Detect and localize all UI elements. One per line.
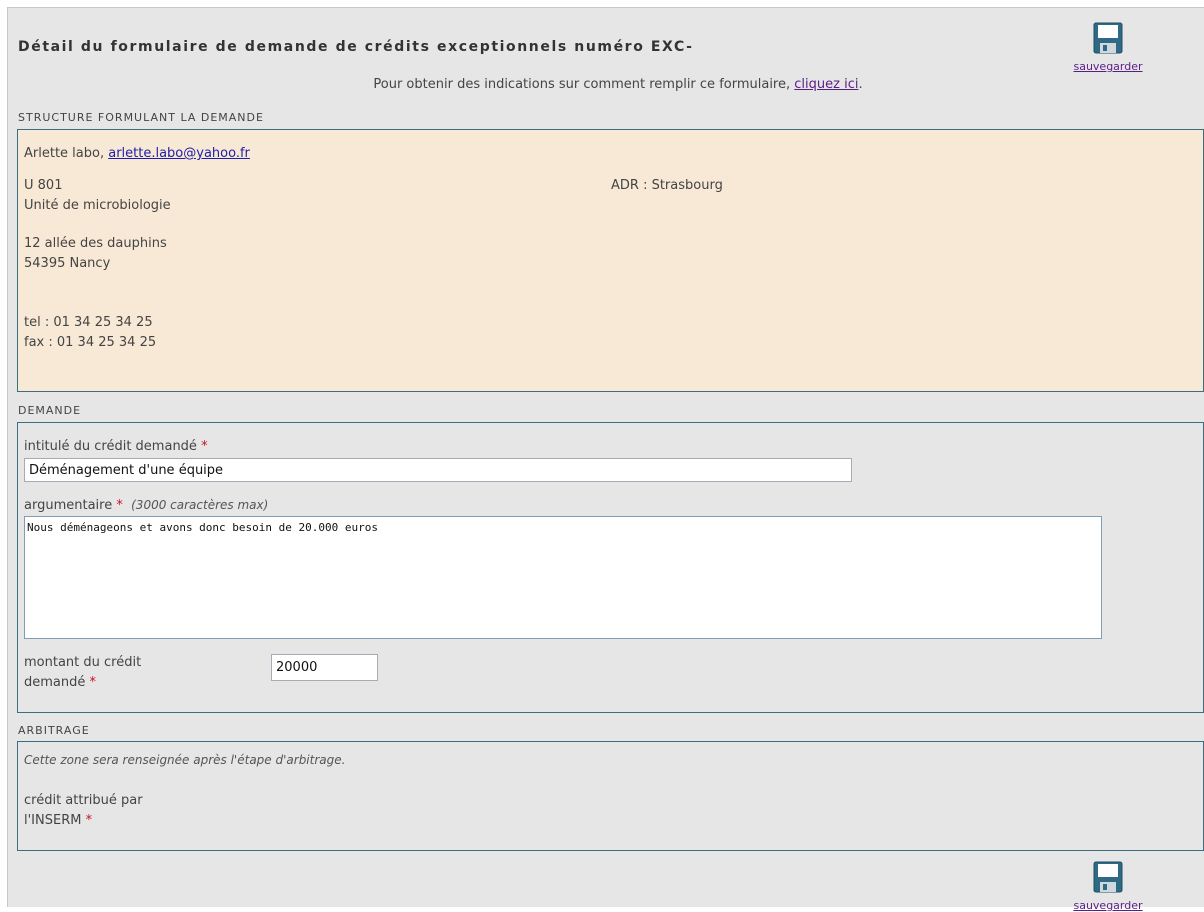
intitule-input[interactable] xyxy=(24,458,852,482)
credit-label-1: crédit attribué par xyxy=(24,793,143,808)
unit-code: U 801 xyxy=(24,178,63,193)
fax-value: fax : 01 34 25 34 25 xyxy=(24,335,157,350)
page-title: Détail du formulaire de demande de crédi… xyxy=(18,39,694,55)
tel-value: tel : 01 34 25 34 25 xyxy=(24,315,153,330)
montant-input[interactable] xyxy=(271,654,378,681)
section-title-structure: STRUCTURE FORMULANT LA DEMANDE xyxy=(18,111,264,124)
montant-label-text: demandé xyxy=(24,675,86,690)
adr-value: ADR : Strasbourg xyxy=(611,178,723,193)
arbitrage-note: Cette zone sera renseignée après l'étape… xyxy=(24,753,346,767)
form-page: Détail du formulaire de demande de crédi… xyxy=(7,7,1204,912)
hint-text: Pour obtenir des indications sur comment… xyxy=(373,77,795,92)
intitule-label: intitulé du crédit demandé * xyxy=(24,437,208,457)
save-control-bottom[interactable]: sauvegarder xyxy=(1073,861,1143,912)
address-line-2: 54395 Nancy xyxy=(24,256,111,271)
unit-name: Unité de microbiologie xyxy=(24,198,171,213)
floppy-disk-icon[interactable] xyxy=(1093,861,1123,893)
help-link[interactable]: cliquez ici xyxy=(794,77,858,92)
save-control-top[interactable]: sauvegarder xyxy=(1073,22,1143,73)
credit-label-text: l'INSERM xyxy=(24,813,82,828)
argumentaire-label: argumentaire * (3000 caractères max) xyxy=(24,495,268,516)
help-hint: Pour obtenir des indications sur comment… xyxy=(8,77,1204,92)
contact-name: Arlette labo, xyxy=(24,146,109,161)
required-marker: * xyxy=(85,813,93,828)
required-marker: * xyxy=(201,439,208,454)
argumentaire-textarea[interactable]: Nous déménageons et avons donc besoin de… xyxy=(24,516,1102,639)
section-title-arbitrage: ARBITRAGE xyxy=(18,724,90,737)
credit-label-2: l'INSERM * xyxy=(24,811,92,831)
section-title-demande: DEMANDE xyxy=(18,404,82,417)
structure-box: Arlette labo, arlette.labo@yahoo.fr U 80… xyxy=(17,129,1204,392)
contact-email-link[interactable]: arlette.labo@yahoo.fr xyxy=(108,146,250,161)
montant-label-2: demandé * xyxy=(24,673,96,693)
address-line-1: 12 allée des dauphins xyxy=(24,236,167,251)
argumentaire-note: (3000 caractères max) xyxy=(131,498,269,512)
contact-line: Arlette labo, arlette.labo@yahoo.fr xyxy=(24,144,250,164)
argumentaire-label-text: argumentaire xyxy=(24,498,113,513)
arbitrage-box: Cette zone sera renseignée après l'étape… xyxy=(17,741,1204,851)
montant-label-1: montant du crédit xyxy=(24,655,142,670)
save-link-bottom[interactable]: sauvegarder xyxy=(1073,899,1143,912)
hint-suffix: . xyxy=(858,77,863,92)
required-marker: * xyxy=(116,498,123,513)
save-link-top[interactable]: sauvegarder xyxy=(1073,60,1143,73)
demande-box: intitulé du crédit demandé * argumentair… xyxy=(17,422,1204,713)
intitule-label-text: intitulé du crédit demandé xyxy=(24,439,197,454)
required-marker: * xyxy=(89,675,97,690)
floppy-disk-icon[interactable] xyxy=(1093,22,1123,54)
